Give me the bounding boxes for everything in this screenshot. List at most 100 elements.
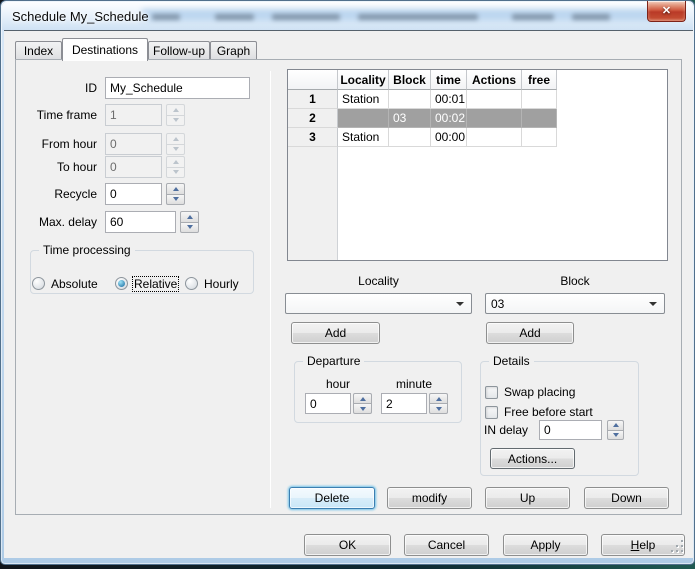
arrow-up-icon — [613, 423, 619, 427]
background-menu-blur — [152, 14, 180, 20]
spin-up-button[interactable] — [353, 393, 372, 403]
background-menu-blur — [358, 14, 478, 20]
tab-label: Follow-up — [153, 44, 205, 58]
time-frame-input — [105, 104, 162, 126]
spin-up-button — [166, 133, 185, 144]
table-row-selected[interactable]: 2 03 00:02 — [288, 109, 557, 128]
cell-actions — [467, 109, 522, 128]
radio-hourly[interactable]: Hourly — [185, 276, 240, 291]
checkbox-icon — [485, 406, 498, 419]
resize-grip[interactable] — [671, 540, 683, 552]
column-header-locality: Locality — [338, 70, 389, 90]
spin-down-button — [166, 167, 185, 179]
max-delay-label: Max. delay — [16, 211, 97, 233]
add-locality-button[interactable]: Add — [291, 322, 380, 344]
arrow-down-icon — [173, 197, 179, 201]
swap-placing-checkbox[interactable]: Swap placing — [485, 385, 575, 399]
spin-up-button[interactable] — [166, 183, 185, 194]
tab-index[interactable]: Index — [15, 41, 62, 60]
background-menu-blur — [512, 14, 554, 20]
arrow-down-icon — [436, 407, 442, 411]
departure-minute-input[interactable] — [381, 393, 427, 414]
row-number-cell[interactable]: 3 — [288, 128, 338, 147]
spin-down-button[interactable] — [180, 222, 199, 234]
arrow-down-icon — [173, 118, 179, 122]
table-row[interactable]: 3 Station 00:00 — [288, 128, 557, 147]
from-hour-label: From hour — [16, 133, 97, 155]
table-row[interactable]: 1 Station 00:01 — [288, 90, 557, 109]
spin-down-button[interactable] — [353, 403, 372, 414]
radio-relative[interactable]: Relative — [115, 276, 178, 291]
tab-follow-up[interactable]: Follow-up — [148, 41, 210, 60]
radio-selected-icon — [115, 277, 128, 290]
to-hour-label: To hour — [16, 156, 97, 178]
spin-up-button[interactable] — [429, 393, 448, 403]
tab-label: Graph — [217, 44, 250, 58]
arrow-up-icon — [173, 160, 179, 164]
free-before-start-checkbox[interactable]: Free before start — [485, 405, 593, 419]
arrow-up-icon — [436, 397, 442, 401]
locality-label: Locality — [285, 274, 472, 288]
checkbox-icon — [485, 386, 498, 399]
radio-icon — [32, 277, 45, 290]
arrow-down-icon — [613, 433, 619, 437]
modify-button[interactable]: modify — [387, 487, 472, 509]
spin-down-button[interactable] — [429, 403, 448, 414]
spin-up-button[interactable] — [180, 211, 199, 222]
add-block-button[interactable]: Add — [486, 322, 574, 344]
background-menu-blur — [272, 14, 340, 20]
cancel-button[interactable]: Cancel — [404, 534, 489, 556]
radio-label: Hourly — [203, 277, 240, 291]
max-delay-spinner — [180, 211, 199, 233]
recycle-input[interactable] — [105, 183, 162, 205]
corner-header-cell — [288, 70, 338, 90]
chevron-down-icon — [456, 302, 464, 306]
radio-icon — [185, 277, 198, 290]
radio-absolute[interactable]: Absolute — [32, 276, 99, 291]
spin-down-button[interactable] — [607, 430, 624, 441]
recycle-spinner — [166, 183, 185, 205]
departure-hour-input[interactable] — [305, 393, 351, 414]
up-button[interactable]: Up — [485, 487, 570, 509]
details-group-label: Details — [489, 354, 534, 369]
background-menu-blur — [572, 14, 610, 20]
chevron-down-icon — [649, 302, 657, 306]
table-header-row: Locality Block time Actions free — [288, 70, 557, 90]
row-number-cell[interactable]: 2 — [288, 109, 338, 128]
radio-label: Relative — [133, 277, 178, 291]
ok-button[interactable]: OK — [304, 534, 391, 556]
cell-locality — [338, 109, 389, 128]
actions-button[interactable]: Actions... — [490, 448, 575, 469]
tab-graph[interactable]: Graph — [210, 41, 257, 60]
block-combobox[interactable]: 03 — [485, 293, 665, 314]
cell-block: 03 — [389, 109, 431, 128]
spin-up-button — [166, 104, 185, 115]
locality-combobox[interactable] — [285, 293, 472, 314]
id-input[interactable] — [105, 77, 250, 99]
cell-free — [522, 109, 557, 128]
spin-up-button[interactable] — [607, 420, 624, 430]
id-label: ID — [16, 77, 97, 99]
cell-time: 00:02 — [431, 109, 467, 128]
max-delay-input[interactable] — [105, 211, 176, 233]
cell-locality: Station — [338, 90, 389, 109]
cell-time: 00:00 — [431, 128, 467, 147]
column-header-time: time — [431, 70, 467, 90]
tab-destinations[interactable]: Destinations — [62, 38, 148, 61]
departure-hour-spinner — [353, 393, 372, 414]
minute-label: minute — [381, 377, 447, 391]
down-button[interactable]: Down — [584, 487, 669, 509]
close-button[interactable]: ✕ — [647, 1, 686, 22]
hour-label: hour — [305, 377, 371, 391]
spin-down-button[interactable] — [166, 194, 185, 206]
title-bar[interactable]: Schedule My_Schedule — [2, 2, 693, 30]
delete-button[interactable]: Delete — [289, 487, 375, 509]
row-number-cell[interactable]: 1 — [288, 90, 338, 109]
arrow-up-icon — [173, 187, 179, 191]
arrow-down-icon — [173, 170, 179, 174]
apply-button[interactable]: Apply — [503, 534, 588, 556]
in-delay-input[interactable] — [539, 420, 602, 440]
time-processing-group-label: Time processing — [39, 243, 135, 258]
in-delay-label: IN delay — [484, 419, 529, 441]
cell-block — [389, 128, 431, 147]
